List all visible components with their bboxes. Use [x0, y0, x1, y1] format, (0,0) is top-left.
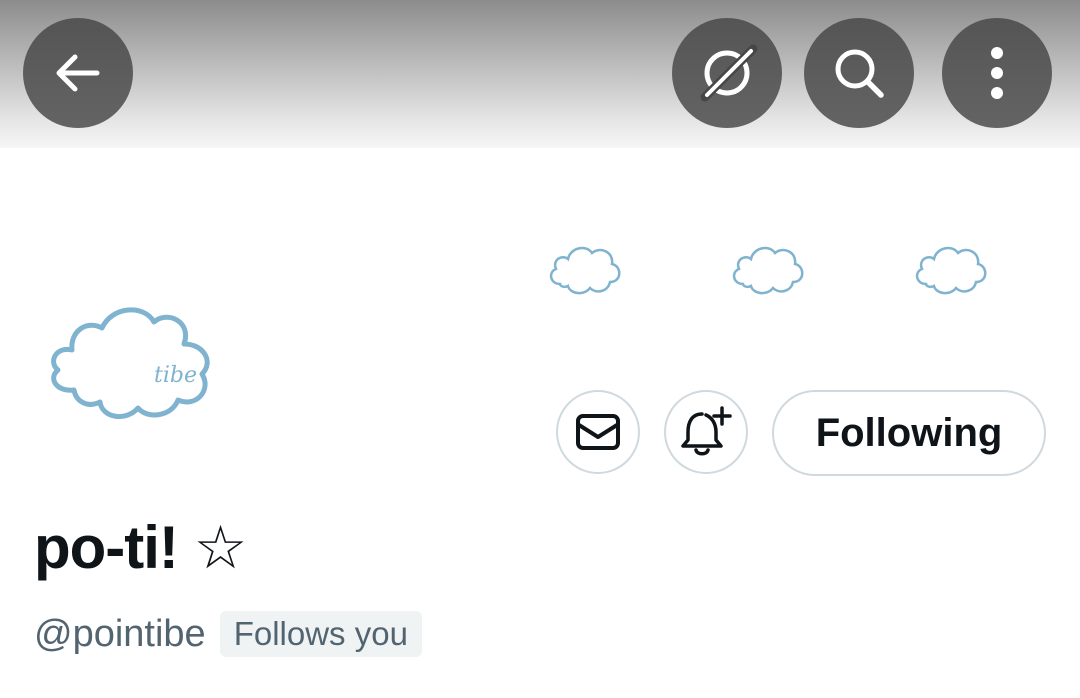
message-button[interactable]: [556, 390, 640, 474]
follows-you-badge: Follows you: [219, 611, 422, 657]
profile-banner: [0, 0, 1080, 148]
envelope-icon: [576, 414, 620, 450]
notifications-button[interactable]: [664, 390, 748, 474]
back-button[interactable]: [23, 18, 133, 128]
username-handle: @pointibe: [34, 612, 206, 655]
back-arrow-icon: [56, 54, 100, 92]
cloud-decoration: [732, 246, 804, 295]
avatar-text: tibe: [154, 363, 197, 388]
avatar[interactable]: tibe: [44, 300, 216, 422]
more-vertical-icon: [991, 47, 1003, 99]
grok-icon: [700, 44, 758, 102]
search-button[interactable]: [804, 18, 914, 128]
more-options-button[interactable]: [942, 18, 1052, 128]
grok-button[interactable]: [672, 18, 782, 128]
cloud-decoration: [915, 246, 987, 295]
handle-row: @pointibe Follows you: [34, 606, 422, 662]
cloud-decoration: [549, 246, 621, 295]
bell-plus-icon: [681, 406, 732, 456]
following-button[interactable]: Following: [772, 390, 1046, 476]
profile-page: tibe Following po-ti! ☆ @pointibe Follow…: [0, 0, 1080, 698]
display-name: po-ti! ☆: [34, 514, 247, 581]
search-icon: [835, 49, 884, 98]
